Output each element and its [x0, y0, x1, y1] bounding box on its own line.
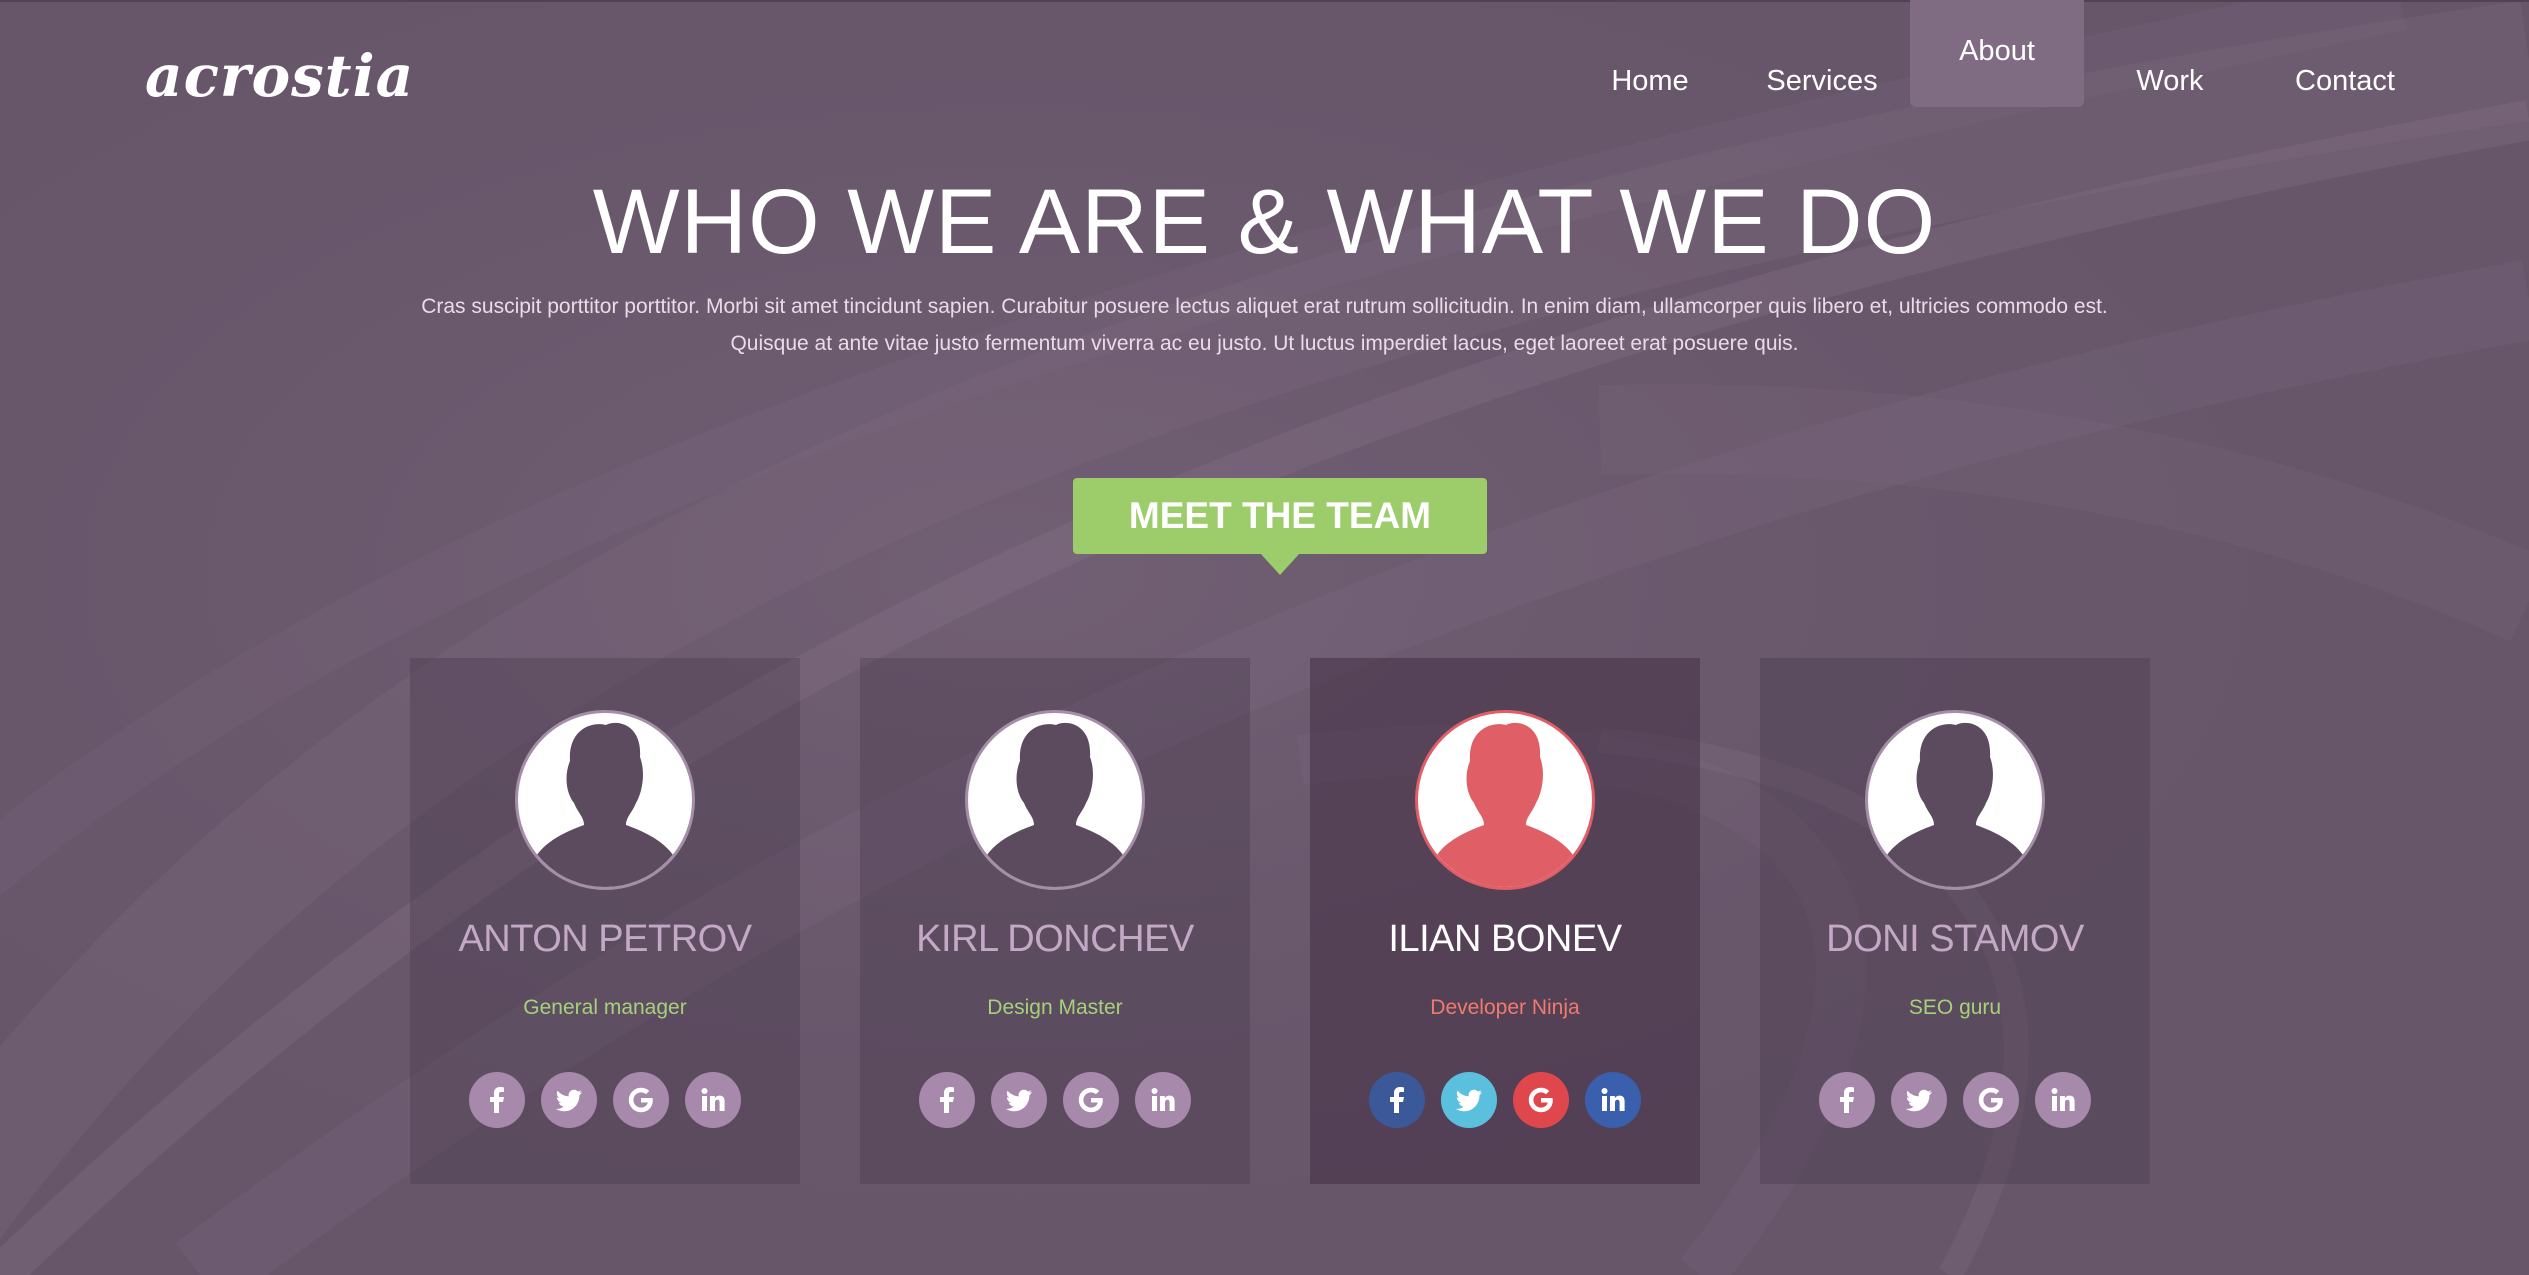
linkedin-icon[interactable]	[1135, 1072, 1191, 1128]
linkedin-icon[interactable]	[2035, 1072, 2091, 1128]
social-links	[1310, 1072, 1700, 1128]
nav-home[interactable]: Home	[1590, 0, 1710, 107]
team-member-name: KIRL DONCHEV	[916, 918, 1194, 960]
meet-the-team-label: MEET THE TEAM	[1128, 495, 1432, 536]
team-member-role: Design Master	[987, 996, 1123, 1019]
team-member-role: SEO guru	[1908, 996, 2002, 1019]
team-member-role: Developer Ninja	[1430, 996, 1580, 1019]
intro-text-line-2: Quisque at ante vitae justo fermentum vi…	[730, 332, 1799, 355]
team-card: DONI STAMOV SEO guru	[1760, 658, 2150, 1184]
google-icon[interactable]	[1063, 1072, 1119, 1128]
social-links	[1760, 1072, 2150, 1128]
google-icon[interactable]	[613, 1072, 669, 1128]
avatar	[1415, 710, 1595, 890]
team-member-role: General manager	[523, 996, 687, 1019]
linkedin-icon[interactable]	[685, 1072, 741, 1128]
person-silhouette-icon	[1432, 722, 1578, 887]
team-card: KIRL DONCHEV Design Master	[860, 658, 1250, 1184]
nav-contact[interactable]: Contact	[2290, 0, 2400, 107]
person-silhouette-icon	[1882, 722, 2028, 887]
social-links	[410, 1072, 800, 1128]
avatar	[515, 710, 695, 890]
person-silhouette-icon	[532, 722, 678, 887]
avatar	[965, 710, 1145, 890]
facebook-icon[interactable]	[1819, 1072, 1875, 1128]
meet-the-team-button[interactable]: MEET THE TEAM	[1073, 478, 1487, 575]
intro-text: Cras suscipit porttitor porttitor. Morbi…	[400, 288, 2129, 362]
main-nav: Home Services About Work Contact	[0, 0, 2529, 110]
twitter-icon[interactable]	[1441, 1072, 1497, 1128]
facebook-icon[interactable]	[1369, 1072, 1425, 1128]
social-links	[860, 1072, 1250, 1128]
facebook-icon[interactable]	[919, 1072, 975, 1128]
linkedin-icon[interactable]	[1585, 1072, 1641, 1128]
twitter-icon[interactable]	[1891, 1072, 1947, 1128]
team-member-name: ILIAN BONEV	[1388, 918, 1622, 960]
team-member-name: ANTON PETROV	[458, 918, 752, 960]
button-pointer	[1260, 553, 1300, 575]
nav-services[interactable]: Services	[1762, 0, 1882, 107]
avatar	[1865, 710, 2045, 890]
facebook-icon[interactable]	[469, 1072, 525, 1128]
team-card: ANTON PETROV General manager	[410, 658, 800, 1184]
google-icon[interactable]	[1513, 1072, 1569, 1128]
twitter-icon[interactable]	[991, 1072, 1047, 1128]
team-member-name: DONI STAMOV	[1826, 918, 2084, 960]
google-icon[interactable]	[1963, 1072, 2019, 1128]
nav-work[interactable]: Work	[2110, 0, 2230, 107]
nav-about[interactable]: About	[1910, 0, 2084, 107]
twitter-icon[interactable]	[541, 1072, 597, 1128]
team-card-highlighted: ILIAN BONEV Developer Ninja	[1310, 658, 1700, 1184]
page-title: WHO WE ARE & WHAT WE DO	[592, 171, 1937, 273]
intro-text-line-1: Cras suscipit porttitor porttitor. Morbi…	[421, 295, 2108, 318]
person-silhouette-icon	[982, 722, 1128, 887]
